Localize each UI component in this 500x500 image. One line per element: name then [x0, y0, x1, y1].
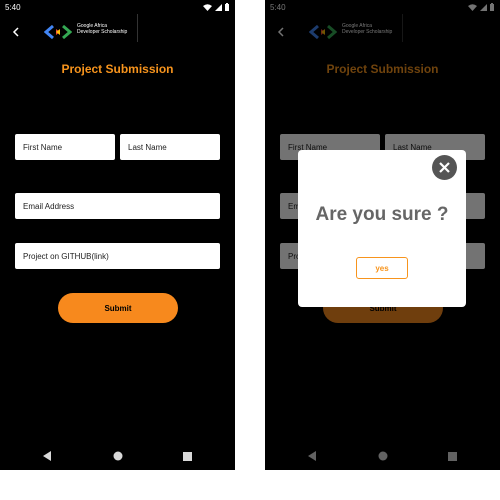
- github-link-field[interactable]: Project on GITHUB(link): [15, 243, 220, 269]
- submit-button[interactable]: Submit: [58, 293, 178, 323]
- last-name-field[interactable]: Last Name: [120, 134, 220, 160]
- status-bar: 5:40: [0, 0, 235, 14]
- brand-line-2: Developer Scholarship: [77, 29, 128, 35]
- signal-icon: [215, 3, 222, 11]
- dialog-message: Are you sure ?: [315, 204, 449, 225]
- nav-recents-icon[interactable]: [182, 450, 194, 462]
- gads-logo: [44, 24, 72, 40]
- email-field[interactable]: Email Address: [15, 193, 220, 219]
- nav-home-icon[interactable]: [112, 450, 124, 462]
- first-name-field[interactable]: First Name: [15, 134, 115, 160]
- page-title: Project Submission: [61, 62, 174, 76]
- back-arrow-icon[interactable]: [8, 24, 24, 40]
- nav-bar: [0, 442, 235, 470]
- wifi-icon: [203, 3, 212, 11]
- brand-divider: [137, 14, 138, 42]
- screen-form: 5:40 Google Africa Developer Scholarship…: [0, 0, 235, 470]
- app-bar: Google Africa Developer Scholarship: [0, 14, 235, 50]
- nav-back-icon[interactable]: [42, 450, 54, 462]
- status-time: 5:40: [5, 2, 21, 12]
- battery-icon: [225, 3, 229, 11]
- brand-text: Google Africa Developer Scholarship: [77, 23, 127, 35]
- confirm-dialog: Are you sure ? yes: [298, 150, 466, 307]
- screen-confirm-dialog: 5:40 Google Africa Developer Scholarship…: [265, 0, 500, 470]
- yes-button[interactable]: yes: [356, 257, 408, 279]
- close-icon[interactable]: [432, 155, 457, 180]
